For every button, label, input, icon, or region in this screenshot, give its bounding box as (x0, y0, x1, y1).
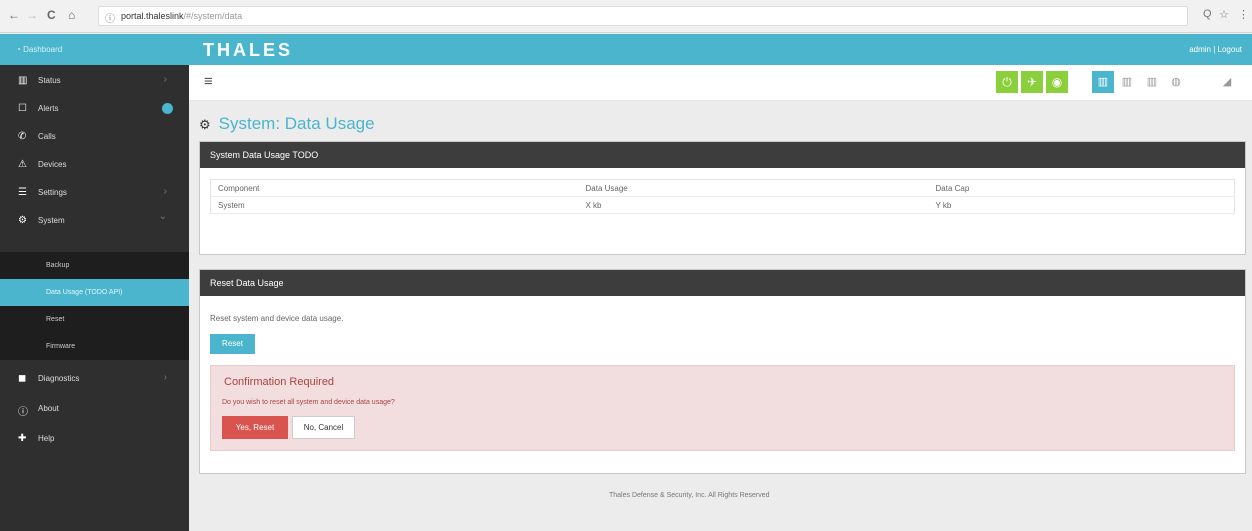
hamburger-menu-icon[interactable]: ≡ (204, 73, 213, 90)
sidebar-subitem-label: Data Usage (TODO API) (46, 289, 123, 296)
sidebar-subitem-backup[interactable]: Backup (0, 252, 189, 279)
reload-icon[interactable]: C (47, 8, 56, 22)
globe-icon[interactable]: ◍ (1167, 73, 1185, 91)
bookmark-star-icon[interactable]: ☆ (1219, 8, 1229, 21)
sidebar-item-status[interactable]: ▥ Status › (0, 67, 189, 94)
user-links[interactable]: admin | Logout (1189, 45, 1242, 54)
sidebar-item-label: Settings (38, 188, 67, 197)
page-title: ⚙ System: Data Usage (199, 114, 375, 134)
table-cell: Y kb (928, 196, 1235, 214)
confirmation-alert: Confirmation Required Do you wish to res… (210, 365, 1235, 451)
toolbar: ≡ ⏻ ✈ ◉ ▥ ▥ ▥ ◍ ◢ (189, 65, 1252, 101)
reset-description: Reset system and device data usage. (210, 314, 344, 323)
data-usage-table: Component Data Usage Data Cap System X k… (210, 179, 1235, 214)
sidebar-item-about[interactable]: ⓘ About (0, 395, 189, 422)
page-title-text: System: Data Usage (218, 114, 375, 133)
reset-data-usage-panel: Reset Data Usage Reset system and device… (199, 269, 1246, 474)
settings-icon: ☰ (18, 187, 27, 198)
table-row: System X kb Y kb (210, 196, 1235, 214)
table-cell: X kb (578, 196, 929, 214)
sidebar-item-label: Help (38, 434, 55, 443)
no-cancel-button[interactable]: No, Cancel (292, 416, 355, 439)
sidebar-item-label: Alerts (38, 104, 59, 113)
bar-chart-icon: ▥ (18, 75, 28, 86)
sidebar-item-help[interactable]: ✚ Help (0, 425, 189, 452)
site-info-icon[interactable]: ⓘ (105, 10, 115, 25)
sidebar-item-label: Devices (38, 160, 67, 169)
sidebar-item-label: About (38, 404, 59, 413)
help-icon: ✚ (18, 433, 27, 444)
devices-icon: ⚠ (18, 159, 27, 170)
signal-bars-2-icon[interactable]: ▥ (1118, 73, 1136, 91)
alert-icon: ☐ (18, 103, 27, 114)
dashboard-icon: ◔ (16, 45, 24, 54)
url-text[interactable]: portal.thaleslink/#/system/data (121, 11, 242, 21)
sidebar-subitem-label: Firmware (46, 343, 76, 350)
chevron-right-icon: › (163, 74, 167, 85)
confirmation-title: Confirmation Required (224, 376, 335, 388)
power-status-icon[interactable]: ⏻ (996, 71, 1018, 93)
sidebar-subitem-data-usage[interactable]: Data Usage (TODO API) (0, 279, 189, 306)
browser-menu-icon[interactable]: ⋮ (1238, 8, 1249, 21)
chevron-right-icon: › (163, 372, 167, 383)
satellite-status-icon[interactable]: ✈ (1021, 71, 1043, 93)
sidebar-subitem-firmware[interactable]: Firmware (0, 333, 189, 360)
sidebar-subitem-label: Backup (46, 262, 70, 269)
data-usage-panel: System Data Usage TODO Component Data Us… (199, 141, 1246, 255)
home-icon[interactable]: ⌂ (68, 8, 75, 22)
yes-reset-button[interactable]: Yes, Reset (222, 416, 288, 439)
signal-bars-icon[interactable]: ▥ (1092, 71, 1114, 93)
sidebar-item-label: Diagnostics (38, 374, 80, 383)
sidebar-subitem-label: Reset (46, 316, 65, 323)
reset-button[interactable]: Reset (210, 334, 255, 354)
sidebar-item-label: Status (38, 76, 61, 85)
brand-logo: THALES (203, 40, 293, 60)
sidebar-item-calls[interactable]: ✆ Calls (0, 123, 189, 150)
panel-heading: Reset Data Usage (200, 270, 1245, 296)
confirmation-question: Do you wish to reset all system and devi… (222, 399, 395, 406)
dashboard-link[interactable]: ◔ Dashboard (0, 34, 189, 65)
sidebar-item-diagnostics[interactable]: ◼ Diagnostics › (0, 365, 189, 392)
sidebar: ▥ Status › ☐ Alerts ✆ Calls ⚠ Devices ☰ … (0, 65, 189, 531)
back-icon[interactable]: ← (8, 8, 20, 22)
alert-badge (162, 103, 173, 114)
panel-heading: System Data Usage TODO (200, 142, 1245, 168)
sidebar-item-label: Calls (38, 132, 56, 141)
column-header: Data Cap (928, 179, 1235, 197)
wifi-status-icon[interactable]: ◉ (1046, 71, 1068, 93)
signal-strength-icon[interactable]: ◢ (1218, 73, 1236, 91)
column-header: Data Usage (578, 179, 929, 197)
phone-icon: ✆ (18, 131, 27, 142)
sidebar-item-system[interactable]: ⚙ System ⌄ (0, 207, 189, 234)
footer-copyright: Thales Defense & Security, Inc. All Righ… (609, 492, 770, 499)
table-cell: System (210, 196, 579, 214)
sidebar-item-devices[interactable]: ⚠ Devices (0, 151, 189, 178)
zoom-icon[interactable]: Q (1203, 8, 1212, 20)
address-bar[interactable]: ⓘ portal.thaleslink/#/system/data (98, 6, 1188, 26)
sidebar-item-alerts[interactable]: ☐ Alerts (0, 95, 189, 122)
gear-icon: ⚙ (18, 215, 27, 226)
table-header-row: Component Data Usage Data Cap (210, 179, 1235, 197)
app-header: ◔ Dashboard THALES admin | Logout (0, 34, 1252, 65)
gear-icon: ⚙ (199, 117, 211, 132)
sidebar-item-label: System (38, 216, 65, 225)
sidebar-item-settings[interactable]: ☰ Settings › (0, 179, 189, 206)
signal-bars-3-icon[interactable]: ▥ (1143, 73, 1161, 91)
info-icon: ⓘ (18, 407, 28, 418)
column-header: Component (210, 179, 579, 197)
chevron-down-icon: ⌄ (158, 211, 167, 222)
diagnostics-icon: ◼ (18, 373, 27, 384)
browser-chrome: ← → C ⌂ ⓘ portal.thaleslink/#/system/dat… (0, 0, 1252, 33)
sidebar-subitem-reset[interactable]: Reset (0, 306, 189, 333)
chevron-right-icon: › (163, 186, 167, 197)
forward-icon[interactable]: → (26, 8, 38, 22)
